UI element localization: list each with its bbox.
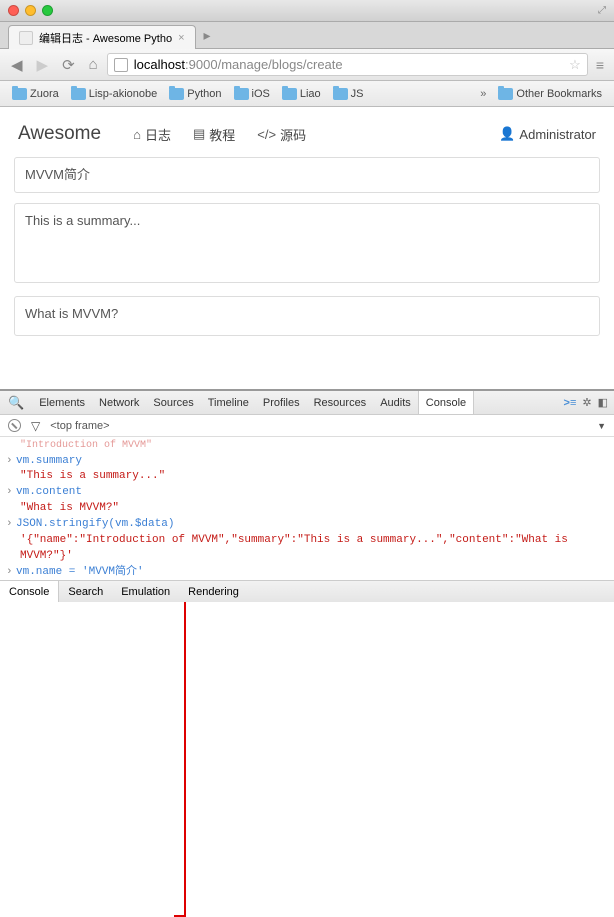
url-port: :9000 <box>185 57 218 72</box>
console-line: "Introduction of MVVM" <box>6 439 608 454</box>
nav-item-blogs[interactable]: ⌂日志 <box>133 125 171 144</box>
blog-content-textarea[interactable]: What is MVVM? <box>14 296 600 336</box>
drawer-tab-rendering[interactable]: Rendering <box>179 581 248 602</box>
devtools-tab-timeline[interactable]: Timeline <box>201 391 256 414</box>
frame-selector[interactable]: <top frame> <box>50 420 109 432</box>
devtools-tab-elements[interactable]: Elements <box>32 391 92 414</box>
devtools-tabs: 🔍 Elements Network Sources Timeline Prof… <box>0 391 614 415</box>
nav-item-tutorials[interactable]: ▤教程 <box>193 125 235 144</box>
nav-item-source[interactable]: </>源码 <box>257 125 306 144</box>
fullscreen-icon[interactable]: ⤢ <box>598 5 606 16</box>
site-navbar: Awesome ⌂日志 ▤教程 </>源码 👤Administrator <box>14 117 600 157</box>
url-path: /manage/blogs/create <box>218 57 343 72</box>
devtools-drawer-tabs: Console Search Emulation Rendering <box>0 580 614 602</box>
new-tab-button[interactable]: ▸ <box>196 27 219 44</box>
url-input[interactable]: localhost:9000/manage/blogs/create ☆ <box>107 53 588 76</box>
code-icon: </> <box>257 127 276 142</box>
folder-icon <box>234 88 249 100</box>
drawer-tab-search[interactable]: Search <box>59 581 112 602</box>
bookmark-item[interactable]: Liao <box>278 86 325 102</box>
folder-icon <box>333 88 348 100</box>
settings-gear-icon[interactable]: ✲ <box>582 396 591 409</box>
bookmark-item[interactable]: Lisp-akionobe <box>67 86 162 102</box>
bookmark-item[interactable]: iOS <box>230 86 274 102</box>
url-host: localhost <box>134 57 185 72</box>
admin-user-link[interactable]: 👤Administrator <box>499 126 596 142</box>
console-toolbar: ▽ <top frame> ▼ <box>0 415 614 437</box>
user-icon: 👤 <box>499 126 515 142</box>
browser-tab[interactable]: 编辑日志 - Awesome Pytho × <box>8 25 196 49</box>
home-icon: ⌂ <box>133 127 141 142</box>
bookmarks-bar: Zuora Lisp-akionobe Python iOS Liao JS »… <box>0 81 614 107</box>
other-bookmarks[interactable]: Other Bookmarks <box>494 86 606 102</box>
book-icon: ▤ <box>193 126 205 142</box>
devtools-tab-network[interactable]: Network <box>92 391 146 414</box>
devtools-tab-sources[interactable]: Sources <box>146 391 200 414</box>
close-window-button[interactable] <box>8 5 19 16</box>
console-line: "What is MVVM?" <box>6 501 608 517</box>
console-line: '{"name":"Introduction of MVVM","summary… <box>6 533 608 565</box>
console-output[interactable]: "Introduction of MVVM" ›vm.summary "This… <box>0 437 614 582</box>
clear-console-icon[interactable] <box>8 419 21 432</box>
drawer-tab-console[interactable]: Console <box>0 581 59 602</box>
traffic-lights <box>8 5 53 16</box>
back-button[interactable]: ◀ <box>6 54 28 76</box>
dropdown-icon[interactable]: ▼ <box>597 421 606 431</box>
devtools-tab-audits[interactable]: Audits <box>373 391 418 414</box>
page-content: Awesome ⌂日志 ▤教程 </>源码 👤Administrator Thi… <box>0 107 614 389</box>
forward-button[interactable]: ▶ <box>32 54 54 76</box>
devtools-tab-console[interactable]: Console <box>418 391 474 414</box>
folder-icon <box>71 88 86 100</box>
devtools-tab-profiles[interactable]: Profiles <box>256 391 307 414</box>
reload-button[interactable]: ⟳ <box>57 54 80 76</box>
browser-toolbar: ◀ ▶ ⟳ ⌂ localhost:9000/manage/blogs/crea… <box>0 49 614 81</box>
minimize-window-button[interactable] <box>25 5 36 16</box>
blog-title-input[interactable] <box>14 157 600 193</box>
bookmark-item[interactable]: Zuora <box>8 86 63 102</box>
inspect-icon[interactable]: 🔍 <box>0 395 32 411</box>
devtools-panel: 🔍 Elements Network Sources Timeline Prof… <box>0 389 614 602</box>
console-line: ›JSON.stringify(vm.$data) <box>6 517 608 533</box>
folder-icon <box>12 88 27 100</box>
tab-title: 编辑日志 - Awesome Pytho <box>39 30 172 46</box>
filter-icon[interactable]: ▽ <box>31 419 40 433</box>
console-line: ›vm.content <box>6 485 608 501</box>
drawer-toggle-icon[interactable]: >≡ <box>564 397 577 409</box>
home-button[interactable]: ⌂ <box>84 54 103 75</box>
console-line: ›vm.summary <box>6 454 608 470</box>
browser-tab-bar: 编辑日志 - Awesome Pytho × ▸ <box>0 22 614 49</box>
console-line: ›vm.name = 'MVVM简介' <box>6 565 608 581</box>
folder-icon <box>169 88 184 100</box>
site-info-icon[interactable] <box>114 58 128 72</box>
site-brand[interactable]: Awesome <box>18 123 101 145</box>
dock-side-icon[interactable]: ◧ <box>598 396 608 409</box>
blog-summary-textarea[interactable]: This is a summary... <box>14 203 600 283</box>
bookmark-star-icon[interactable]: ☆ <box>569 57 581 73</box>
bookmark-item[interactable]: Python <box>165 86 225 102</box>
bookmark-item[interactable]: JS <box>329 86 368 102</box>
console-line: "This is a summary..." <box>6 469 608 485</box>
zoom-window-button[interactable] <box>42 5 53 16</box>
folder-icon <box>282 88 297 100</box>
tab-favicon <box>19 31 33 45</box>
browser-menu-button[interactable]: ≡ <box>592 57 608 73</box>
drawer-tab-emulation[interactable]: Emulation <box>112 581 179 602</box>
bookmarks-overflow[interactable]: » <box>480 88 486 100</box>
folder-icon <box>498 88 513 100</box>
devtools-tab-resources[interactable]: Resources <box>307 391 374 414</box>
close-tab-icon[interactable]: × <box>178 32 184 44</box>
window-titlebar: ⤢ <box>0 0 614 22</box>
